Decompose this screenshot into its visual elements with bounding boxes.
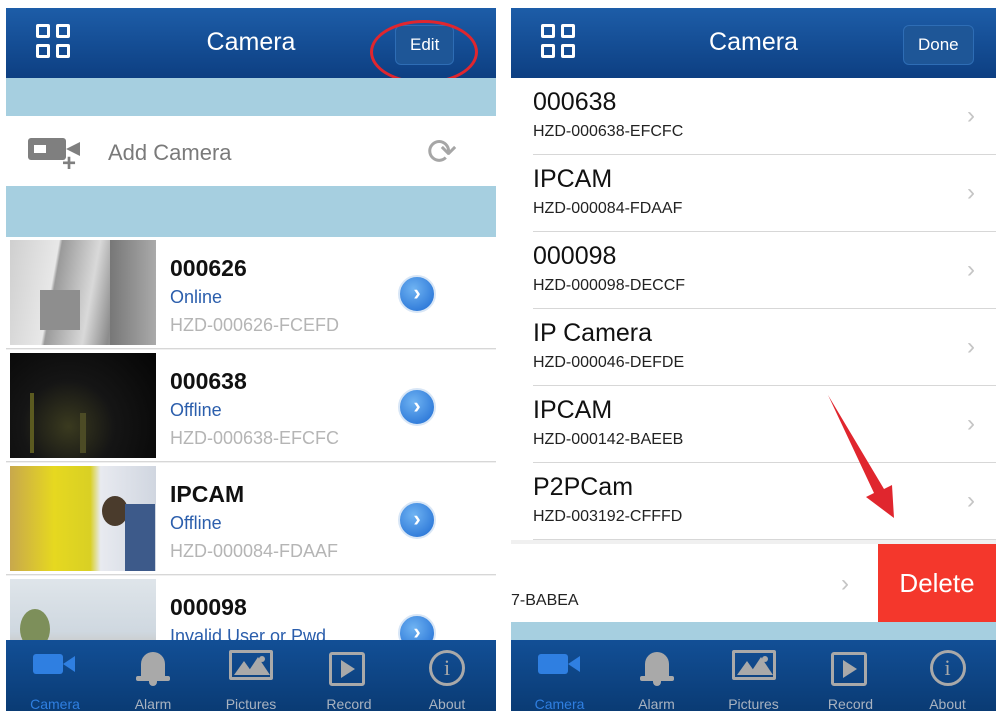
list-item[interactable]: 000098 HZD-000098-DECCF › [511, 232, 996, 309]
tab-label: Camera [534, 696, 585, 711]
camera-thumbnail [10, 240, 156, 345]
tab-label: Record [326, 696, 372, 711]
bell-icon [136, 650, 170, 686]
record-icon [329, 650, 369, 688]
tab-alarm[interactable]: Alarm [608, 640, 705, 711]
tab-pictures[interactable]: Pictures [705, 640, 802, 711]
chevron-right-icon: › [967, 179, 975, 206]
section-separator [6, 186, 496, 237]
camera-name: 000098 [533, 242, 617, 270]
camera-id: HZD-000142-BAEEB [533, 431, 684, 448]
left-screen: Camera Edit + Add Camera ⟳ 000626 Online… [6, 8, 496, 711]
camera-icon [33, 650, 77, 678]
tab-record[interactable]: Record [300, 640, 398, 711]
tab-pictures[interactable]: Pictures [202, 640, 300, 711]
nav-bar: Camera Done [511, 8, 996, 78]
camera-name: 000626 [170, 255, 247, 281]
camera-name: IPCAM [533, 396, 613, 424]
chevron-right-icon[interactable]: › [398, 501, 436, 539]
chevron-right-icon: › [967, 333, 975, 360]
arrow-annotation [828, 395, 894, 518]
camera-id: HZD-000626-FCEFD [170, 315, 340, 335]
list-item[interactable]: P2PCam HZD-003192-CFFFD › [511, 463, 996, 540]
chevron-right-icon: › [967, 410, 975, 437]
pictures-icon [731, 650, 776, 680]
chevron-right-icon: › [967, 256, 975, 283]
camera-name: IPCAM [533, 165, 613, 193]
camera-id: HZD-000638-EFCFC [533, 123, 684, 140]
highlight-circle-annotation [370, 20, 478, 84]
camera-id: HZD-000638-EFCFC [170, 428, 340, 448]
camera-id: HZD-003192-CFFFD [533, 508, 683, 525]
list-item[interactable]: IPCAM HZD-000084-FDAAF › [511, 155, 996, 232]
camera-name: 000098 [170, 594, 247, 620]
section-separator [6, 78, 496, 116]
tab-label: About [929, 696, 966, 711]
section-separator [511, 622, 996, 640]
tab-record[interactable]: Record [802, 640, 899, 711]
tab-camera[interactable]: Camera [6, 640, 104, 711]
list-item[interactable]: IP Camera HZD-000046-DEFDE › [511, 309, 996, 386]
tab-bar: Camera Alarm Pictures Record i About [6, 640, 496, 711]
add-camera-icon: + [28, 136, 86, 176]
tab-label: Pictures [225, 696, 277, 711]
camera-id: HZD-000098-DECCF [533, 277, 686, 294]
camera-name: 000638 [170, 368, 247, 394]
camera-list-item[interactable]: 000638 Offline HZD-000638-EFCFC › [6, 350, 496, 462]
camera-id-fragment: 7-BABEA [511, 592, 579, 609]
swiped-list-item[interactable]: 7-BABEA › Delete [511, 544, 996, 622]
info-icon: i [929, 650, 966, 686]
done-button[interactable]: Done [903, 25, 974, 65]
camera-name: 000638 [533, 88, 617, 116]
camera-id: HZD-000046-DEFDE [533, 354, 685, 371]
camera-id: HZD-000084-FDAAF [170, 541, 339, 561]
tab-label: Pictures [728, 696, 779, 711]
tab-label: Alarm [638, 696, 675, 711]
bell-icon [639, 650, 674, 686]
list-item[interactable]: 000638 HZD-000638-EFCFC › [511, 78, 996, 155]
tab-label: About [428, 696, 466, 711]
camera-status: Offline [170, 513, 222, 533]
pictures-icon [229, 650, 273, 680]
record-icon [830, 650, 871, 688]
tab-bar: Camera Alarm Pictures Record i About [511, 640, 996, 711]
tab-label: Camera [30, 696, 80, 711]
tab-alarm[interactable]: Alarm [104, 640, 202, 711]
tab-label: Record [827, 696, 874, 711]
chevron-right-icon[interactable]: › [398, 388, 436, 426]
delete-button[interactable]: Delete [878, 544, 996, 622]
camera-list-item[interactable]: IPCAM Offline HZD-000084-FDAAF › [6, 463, 496, 575]
camera-icon [537, 650, 582, 678]
camera-status: Online [170, 287, 223, 307]
chevron-right-icon: › [967, 102, 975, 129]
camera-list-item[interactable]: 000626 Online HZD-000626-FCEFD › [6, 237, 496, 349]
refresh-icon[interactable]: ⟳ [422, 132, 462, 172]
camera-status: Offline [170, 400, 222, 420]
tab-label: Alarm [134, 696, 172, 711]
add-camera-row[interactable]: + Add Camera ⟳ [6, 116, 496, 186]
chevron-right-icon: › [967, 487, 975, 514]
chevron-right-icon: › [841, 570, 849, 597]
camera-id: HZD-000084-FDAAF [533, 200, 683, 217]
camera-name: IPCAM [170, 481, 245, 507]
tab-camera[interactable]: Camera [511, 640, 608, 711]
camera-name: IP Camera [533, 319, 653, 347]
camera-name: P2PCam [533, 473, 634, 501]
right-screen: Camera Done 000638 HZD-000638-EFCFC › IP… [511, 8, 996, 711]
tab-about[interactable]: i About [899, 640, 996, 711]
tab-about[interactable]: i About [398, 640, 496, 711]
chevron-right-icon[interactable]: › [398, 275, 436, 313]
info-icon: i [429, 650, 465, 686]
list-item[interactable]: IPCAM HZD-000142-BAEEB › [511, 386, 996, 463]
camera-thumbnail [10, 466, 156, 571]
camera-thumbnail [10, 353, 156, 458]
add-camera-label: Add Camera [108, 140, 232, 165]
